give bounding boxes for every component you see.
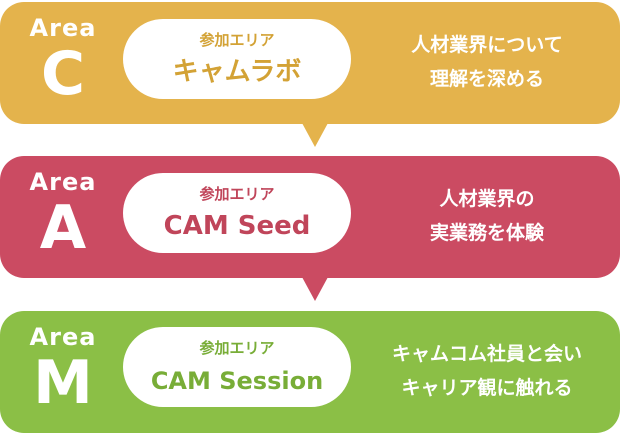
area-a-pill-title: CAM Seed: [163, 211, 311, 241]
area-a-pointer-arrow: [302, 277, 328, 301]
area-m-desc-line2: キャリア観に触れる: [401, 377, 573, 399]
area-a-pill: 参加エリア CAM Seed: [123, 173, 351, 253]
area-c-pill-title: キャムラボ: [172, 57, 302, 87]
area-a-pill-caption: 参加エリア: [199, 185, 275, 203]
area-c-description: 人材業界について 理解を深める: [358, 28, 616, 96]
area-m-description: キャムコム社員と会い キャリア観に触れる: [358, 337, 616, 405]
area-c-pill: 参加エリア キャムラボ: [123, 19, 351, 99]
area-m-pill: 参加エリア CAM Session: [123, 327, 351, 407]
area-c-card: Area C 参加エリア キャムラボ 人材業界について 理解を深める: [0, 2, 620, 124]
area-a-letter: A: [39, 193, 87, 263]
area-a-desc-line1: 人材業界の: [439, 188, 535, 210]
area-m-card: Area M 参加エリア CAM Session キャムコム社員と会い キャリア…: [0, 311, 620, 433]
area-a-desc-line2: 実業務を体験: [429, 222, 544, 244]
area-flow-diagram: Area C 参加エリア キャムラボ 人材業界について 理解を深める Area …: [0, 0, 620, 434]
area-c-desc-line2: 理解を深める: [429, 68, 544, 90]
area-c-pointer-arrow: [302, 123, 328, 147]
area-m-word: Area: [29, 323, 97, 351]
area-c-letter: C: [40, 39, 86, 109]
area-c-desc-line1: 人材業界について: [411, 34, 563, 56]
area-a-word: Area: [29, 168, 97, 196]
area-c-pill-caption: 参加エリア: [199, 31, 275, 49]
area-m-letter: M: [33, 348, 93, 418]
area-c-word: Area: [29, 14, 97, 42]
area-m-pill-caption: 参加エリア: [199, 339, 275, 357]
area-a-description: 人材業界の 実業務を体験: [358, 182, 616, 250]
area-a-card: Area A 参加エリア CAM Seed 人材業界の 実業務を体験: [0, 156, 620, 278]
area-m-desc-line1: キャムコム社員と会い: [391, 343, 582, 365]
area-m-pill-title: CAM Session: [150, 367, 324, 395]
